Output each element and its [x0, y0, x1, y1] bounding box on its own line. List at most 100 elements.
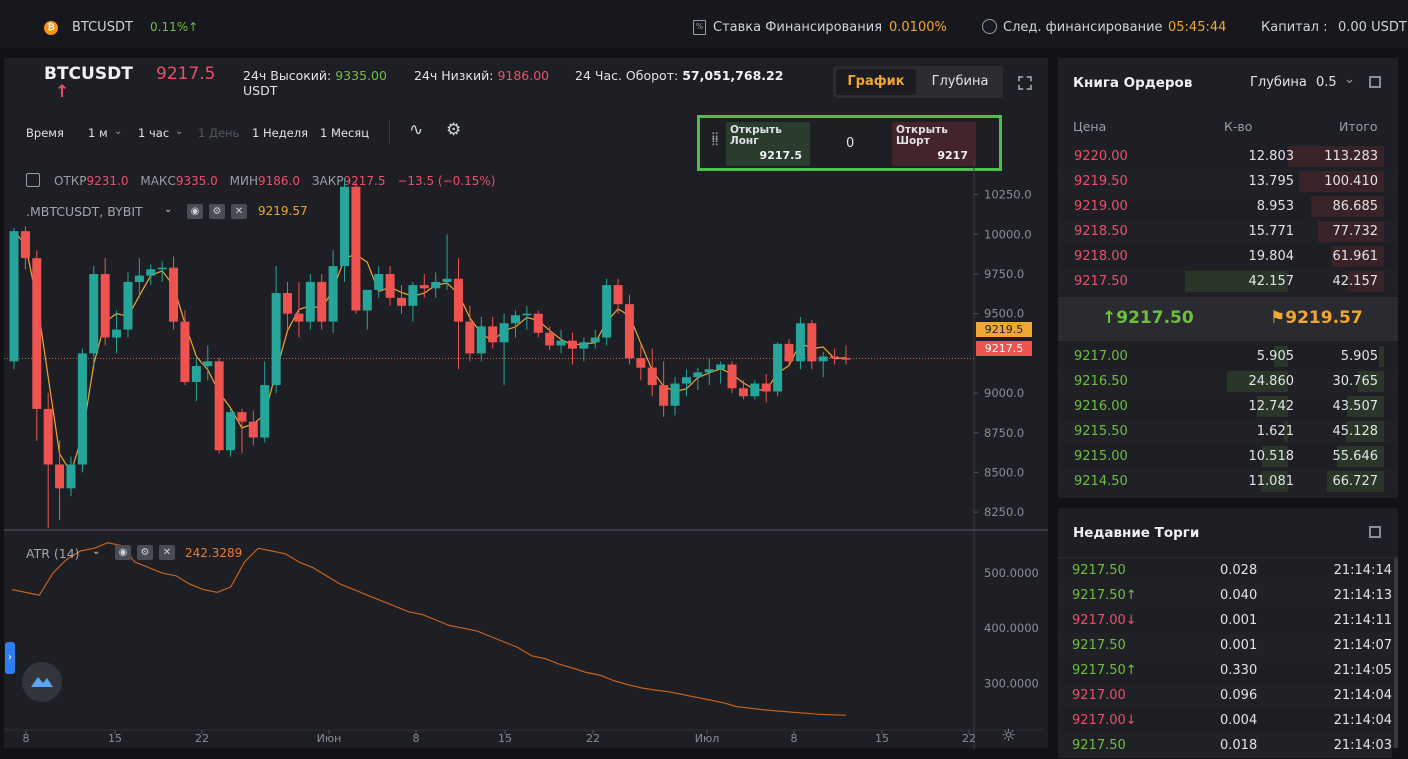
price-axis-label: 10250.0 [984, 188, 1032, 202]
book-qty: 10.518 [1248, 449, 1295, 464]
book-total: 55.646 [1332, 449, 1379, 464]
atr-legend-name[interactable]: ATR (14) [26, 546, 80, 561]
candle-body [647, 367, 657, 386]
side-panel-toggle[interactable]: › [5, 642, 15, 674]
trades-scrollbar[interactable] [1394, 558, 1398, 748]
fullscreen-icon[interactable] [1018, 76, 1032, 90]
book-price: 9218.00 [1074, 249, 1128, 264]
book-total: 100.410 [1324, 174, 1378, 189]
ask-row[interactable]: 9219.50 13.795 100.410 [1058, 169, 1398, 194]
candle-body [226, 412, 236, 451]
timeframe-day[interactable]: 1 День [198, 126, 239, 140]
low-stat: 24ч Низкий: 9186.00 [414, 68, 550, 83]
atr-legend-value: 242.3289 [185, 546, 243, 560]
book-total: 86.685 [1332, 199, 1379, 214]
price-axis-label: 8750.0 [984, 426, 1024, 440]
time-axis-label: 8 [413, 732, 420, 745]
ask-row[interactable]: 9217.50 42.157 42.157 [1058, 269, 1398, 294]
trade-price: 9217.50 [1072, 563, 1126, 578]
candle-body [283, 293, 293, 314]
eye-icon[interactable]: ◉ [115, 545, 131, 560]
book-qty: 1.621 [1256, 424, 1294, 439]
candle-body [659, 385, 669, 406]
expand-icon[interactable] [1369, 526, 1381, 538]
bid-row[interactable]: 9214.50 11.081 66.727 [1058, 469, 1398, 494]
candle-body [704, 369, 714, 373]
candle-body [374, 274, 384, 290]
top-symbol[interactable]: BTCUSDT [72, 20, 133, 35]
chevron-down-icon[interactable]: ⌄ [114, 126, 122, 137]
toolbar-divider [389, 120, 390, 144]
candle-body [681, 377, 691, 384]
index-price-tag: 9219.5 [976, 322, 1032, 337]
time-axis-label: 8 [23, 732, 30, 745]
candle-body [693, 372, 703, 378]
col-total: Итого [1339, 119, 1378, 134]
candle-body [590, 337, 600, 343]
view-toggle: График Глубина [833, 66, 1003, 98]
moving-average-line [13, 230, 847, 474]
candle-body [716, 364, 726, 370]
book-qty: 12.742 [1248, 399, 1295, 414]
book-price: 9215.50 [1074, 424, 1128, 439]
expand-icon[interactable] [1369, 76, 1381, 88]
indicator-icon[interactable]: ∿ [409, 120, 423, 140]
candle-body [271, 293, 281, 386]
book-qty: 19.804 [1248, 249, 1295, 264]
ask-row[interactable]: 9218.50 15.771 77.732 [1058, 219, 1398, 244]
book-price: 9215.00 [1074, 449, 1128, 464]
candle-body [237, 412, 247, 422]
settings-gear-icon[interactable]: ⚙ [446, 120, 461, 140]
book-qty: 8.953 [1256, 199, 1294, 214]
ask-row[interactable]: 9218.00 19.804 61.961 [1058, 244, 1398, 269]
time-axis-label: 15 [875, 732, 889, 745]
trade-time: 21:14:05 [1333, 663, 1392, 678]
price-chart[interactable]: 10250.010000.09750.09500.09000.08750.085… [4, 160, 1048, 750]
timeframe-week[interactable]: 1 Неделя [252, 126, 308, 140]
bid-row[interactable]: 9217.00 5.905 5.905 [1058, 344, 1398, 369]
timeframe-hour[interactable]: 1 час [138, 126, 169, 140]
timeframe-minutes[interactable]: 1 м [88, 126, 108, 140]
depth-select[interactable]: 0.5 [1316, 75, 1337, 90]
price-axis-label: 8250.0 [984, 505, 1024, 519]
bid-row[interactable]: 9215.50 1.621 45.128 [1058, 419, 1398, 444]
candle-body [66, 464, 76, 489]
atr-axis-label: 400.0000 [984, 621, 1039, 635]
chart-settings-icon[interactable]: ☼ [1001, 726, 1016, 746]
chevron-down-icon[interactable]: ⌄ [175, 126, 183, 137]
gear-icon[interactable]: ⚙ [137, 545, 153, 560]
ask-row[interactable]: 9219.00 8.953 86.685 [1058, 194, 1398, 219]
capital-label: Капитал : [1261, 20, 1328, 35]
book-qty: 12.803 [1248, 149, 1295, 164]
chevron-down-icon[interactable]: ⌄ [92, 546, 100, 557]
tab-chart[interactable]: График [836, 69, 916, 95]
candle-body [305, 281, 315, 322]
tab-depth[interactable]: Глубина [921, 69, 999, 95]
mark-price: ⚑9219.57 [1270, 308, 1363, 328]
last-price-tag: 9217.5 [976, 341, 1032, 356]
drag-handle-icon[interactable]: ⠿ ⠿ [711, 132, 719, 148]
candle-body [624, 304, 634, 359]
candle-body [431, 281, 441, 289]
next-funding-label: След. финансирование [1003, 20, 1163, 35]
open-short-label: Открыть Шорт [896, 124, 948, 147]
close-icon[interactable]: ✕ [159, 545, 175, 560]
candle-body [795, 323, 805, 362]
order-qty[interactable]: 0 [846, 136, 854, 151]
candle-body [89, 274, 99, 354]
trade-qty: 0.004 [1220, 713, 1258, 728]
book-price: 9219.50 [1074, 174, 1128, 189]
candle-body [340, 186, 350, 267]
price-axis-label: 8500.0 [984, 465, 1024, 479]
timeframe-month[interactable]: 1 Месяц [320, 126, 369, 140]
header-symbol[interactable]: BTCUSDT [44, 64, 133, 84]
chevron-down-icon[interactable]: ⌄ [1344, 72, 1355, 87]
trade-time: 21:14:04 [1333, 688, 1392, 703]
bid-row[interactable]: 9216.00 12.742 43.507 [1058, 394, 1398, 419]
ask-row[interactable]: 9220.00 12.803 113.283 [1058, 144, 1398, 169]
candle-body [20, 231, 30, 259]
order-book-title: Книга Ордеров [1073, 75, 1193, 91]
bid-row[interactable]: 9215.00 10.518 55.646 [1058, 444, 1398, 469]
clock-icon [982, 19, 997, 34]
bid-row[interactable]: 9216.50 24.860 30.765 [1058, 369, 1398, 394]
